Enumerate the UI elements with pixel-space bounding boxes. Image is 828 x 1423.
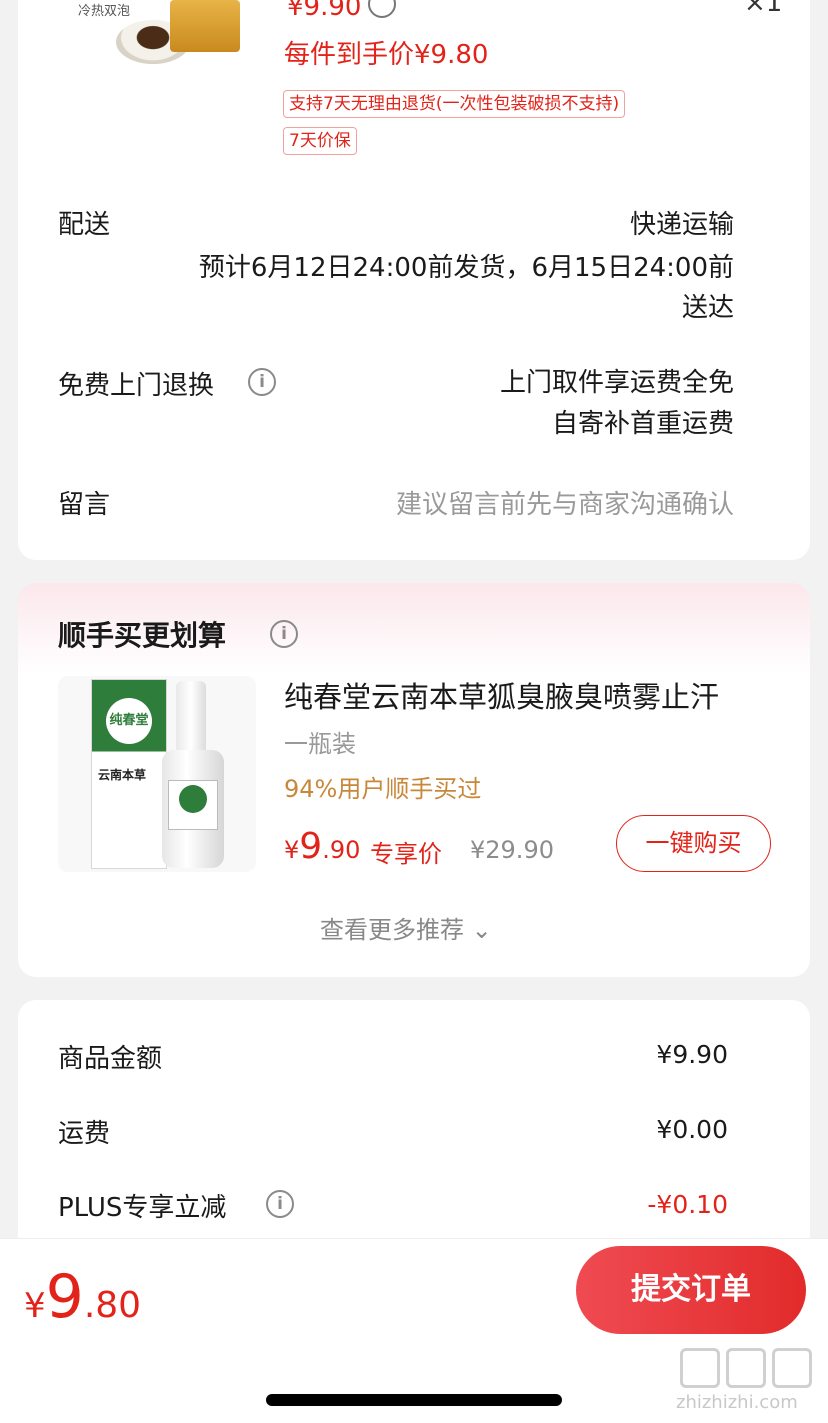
plus-discount-label: PLUS专享立减 xyxy=(58,1193,227,1223)
brand-text: 云南本草 xyxy=(98,768,147,782)
order-confirm-page: 冷热双泡 ¥9.90 ×1 每件到手价¥9.80 支持7天无理由退货(一次性包装… xyxy=(0,0,828,1423)
info-icon[interactable]: i xyxy=(270,620,298,648)
watermark-logo xyxy=(680,1348,820,1388)
more-recommend-link[interactable]: 查看更多推荐 ⌄ xyxy=(320,910,492,945)
home-indicator[interactable] xyxy=(266,1394,562,1406)
product-quantity: ×1 xyxy=(744,0,783,18)
total-price: ¥9.80 xyxy=(24,1262,141,1332)
product-box-image xyxy=(170,0,240,52)
goods-amount-label: 商品金额 xyxy=(58,1044,163,1074)
recommend-spec: 一瓶装 xyxy=(284,730,356,758)
delivery-label: 配送 xyxy=(58,210,111,240)
original-price: ¥29.90 xyxy=(470,836,554,864)
spray-bottle-image xyxy=(162,750,224,868)
goods-amount-value: ¥9.90 xyxy=(656,1040,728,1069)
thumb-tag: 冷热双泡 xyxy=(78,4,131,19)
recommend-price: ¥9.90 xyxy=(284,826,360,867)
shipping-value: ¥0.00 xyxy=(656,1115,728,1144)
free-return-line2: 自寄补首重运费 xyxy=(551,409,734,439)
final-price: 每件到手价¥9.80 xyxy=(284,40,489,70)
message-label: 留言 xyxy=(58,490,111,520)
recommend-product-name[interactable]: 纯春堂云南本草狐臭腋臭喷雾止汗 xyxy=(284,674,719,716)
price-protect-tag: 7天价保 xyxy=(283,127,357,155)
total-integer: 9 xyxy=(45,1262,84,1332)
product-thumbnail[interactable]: 冷热双泡 xyxy=(62,0,248,72)
delivery-estimate-line1: 预计6月12日24:00前发货，6月15日24:00前 xyxy=(198,253,734,283)
price-decimal: .90 xyxy=(322,836,361,864)
price-currency: ¥ xyxy=(284,836,300,864)
price-integer: 9 xyxy=(299,826,323,867)
submit-order-button[interactable]: 提交订单 xyxy=(576,1246,806,1334)
message-input[interactable]: 建议留言前先与商家沟通确认 xyxy=(396,484,734,521)
spray-cap-image xyxy=(176,681,206,751)
recommend-product-image[interactable]: 纯春堂 云南本草 xyxy=(58,676,256,872)
shipping-label: 运费 xyxy=(58,1119,111,1149)
one-click-buy-button[interactable]: 一键购买 xyxy=(616,815,771,872)
exclusive-price-label: 专享价 xyxy=(370,840,442,868)
total-decimal: .80 xyxy=(83,1285,142,1326)
free-return-line1: 上门取件享运费全免 xyxy=(499,368,734,398)
total-currency: ¥ xyxy=(24,1286,46,1326)
plus-discount-value: -¥0.10 xyxy=(647,1190,728,1219)
info-icon[interactable]: i xyxy=(266,1190,294,1218)
delivery-method[interactable]: 快递运输 xyxy=(630,204,734,241)
recommend-bought-stat: 94%用户顺手买过 xyxy=(284,775,482,803)
watermark-text: zhizhizhi.com xyxy=(676,1392,798,1413)
brand-seal: 纯春堂 xyxy=(106,698,152,744)
product-price: ¥9.90 xyxy=(287,0,362,22)
product-package-image: 纯春堂 云南本草 xyxy=(91,679,167,869)
return-policy-tag: 支持7天无理由退货(一次性包装破损不支持) xyxy=(283,90,626,118)
delivery-estimate-line2: 送达 xyxy=(681,293,734,323)
info-icon[interactable]: i xyxy=(248,368,276,396)
free-return-label: 免费上门退换 xyxy=(58,371,215,401)
recommend-title: 顺手买更划算 xyxy=(58,619,227,652)
